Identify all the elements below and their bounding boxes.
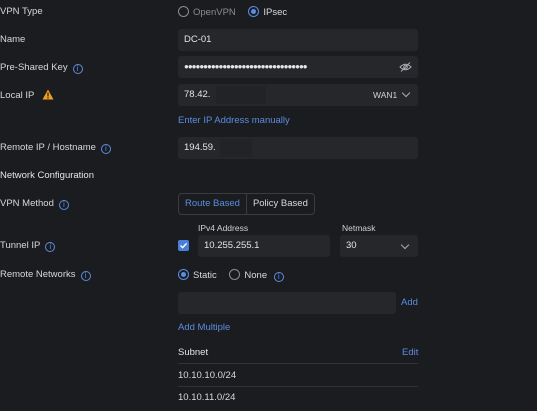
- redaction-block: [220, 139, 252, 157]
- edit-button[interactable]: Edit: [402, 347, 418, 359]
- vpn-type-openvpn-option[interactable]: OpenVPN: [178, 6, 236, 19]
- add-button[interactable]: Add: [401, 297, 418, 309]
- tunnel-ip-label: Tunnel IP i: [0, 240, 56, 252]
- route-based-option[interactable]: Route Based: [179, 194, 246, 214]
- psk-input[interactable]: ●●●●●●●●●●●●●●●●●●●●●●●●●●●●●●●●: [178, 56, 418, 78]
- ipv4-address-label: IPv4 Address: [198, 223, 249, 233]
- subnet-row: 10.10.10.0/24: [178, 370, 237, 381]
- enter-ip-manually-link[interactable]: Enter IP Address manually: [178, 115, 290, 127]
- interface-select[interactable]: WAN1: [373, 89, 397, 101]
- static-option[interactable]: Static: [178, 269, 217, 282]
- local-ip-label: Local IP: [0, 89, 54, 102]
- warning-icon: [42, 89, 54, 100]
- subnet-row: 10.10.11.0/24: [178, 392, 236, 403]
- info-icon[interactable]: i: [273, 272, 284, 282]
- info-icon[interactable]: i: [58, 200, 69, 210]
- psk-label: Pre-Shared Key i: [0, 62, 83, 74]
- add-multiple-link[interactable]: Add Multiple: [178, 322, 230, 334]
- info-icon[interactable]: i: [72, 64, 83, 74]
- radio-icon: [178, 6, 189, 17]
- radio-selected-icon: [248, 6, 260, 17]
- name-input[interactable]: DC-01: [178, 29, 418, 51]
- radio-icon: [229, 269, 241, 280]
- remote-ip-label: Remote IP / Hostname i: [0, 142, 111, 154]
- tunnel-ip-checkbox[interactable]: [178, 240, 189, 251]
- info-icon[interactable]: i: [45, 242, 56, 252]
- policy-based-option[interactable]: Policy Based: [245, 194, 314, 214]
- divider: [178, 363, 418, 364]
- name-label: Name: [0, 34, 26, 45]
- network-configuration-heading: Network Configuration: [0, 170, 94, 181]
- redaction-block: [216, 86, 266, 104]
- vpn-type-ipsec-option[interactable]: IPsec: [248, 6, 287, 19]
- vpn-type-radio-group: OpenVPN IPsec: [178, 6, 297, 19]
- ipv4-address-input[interactable]: 10.255.255.1: [198, 235, 330, 257]
- vpn-method-label: VPN Method i: [0, 198, 69, 210]
- checkmark-icon: [180, 242, 188, 249]
- netmask-label: Netmask: [342, 223, 376, 233]
- none-option[interactable]: None: [229, 269, 267, 282]
- remote-networks-radio-group: Static None i: [178, 269, 284, 282]
- subnet-column-header: Subnet: [178, 347, 209, 358]
- eye-slash-icon[interactable]: [399, 62, 412, 72]
- remote-ip-input[interactable]: 194.59.: [178, 137, 418, 159]
- remote-network-input[interactable]: [178, 292, 396, 314]
- remote-networks-label: Remote Networks i: [0, 269, 91, 281]
- radio-selected-icon: [178, 269, 189, 280]
- info-icon[interactable]: i: [100, 144, 111, 154]
- vpn-method-segmented-control: Route Based Policy Based: [178, 193, 315, 215]
- info-icon[interactable]: i: [80, 271, 91, 281]
- vpn-type-label: VPN Type: [0, 6, 43, 17]
- divider: [178, 386, 418, 387]
